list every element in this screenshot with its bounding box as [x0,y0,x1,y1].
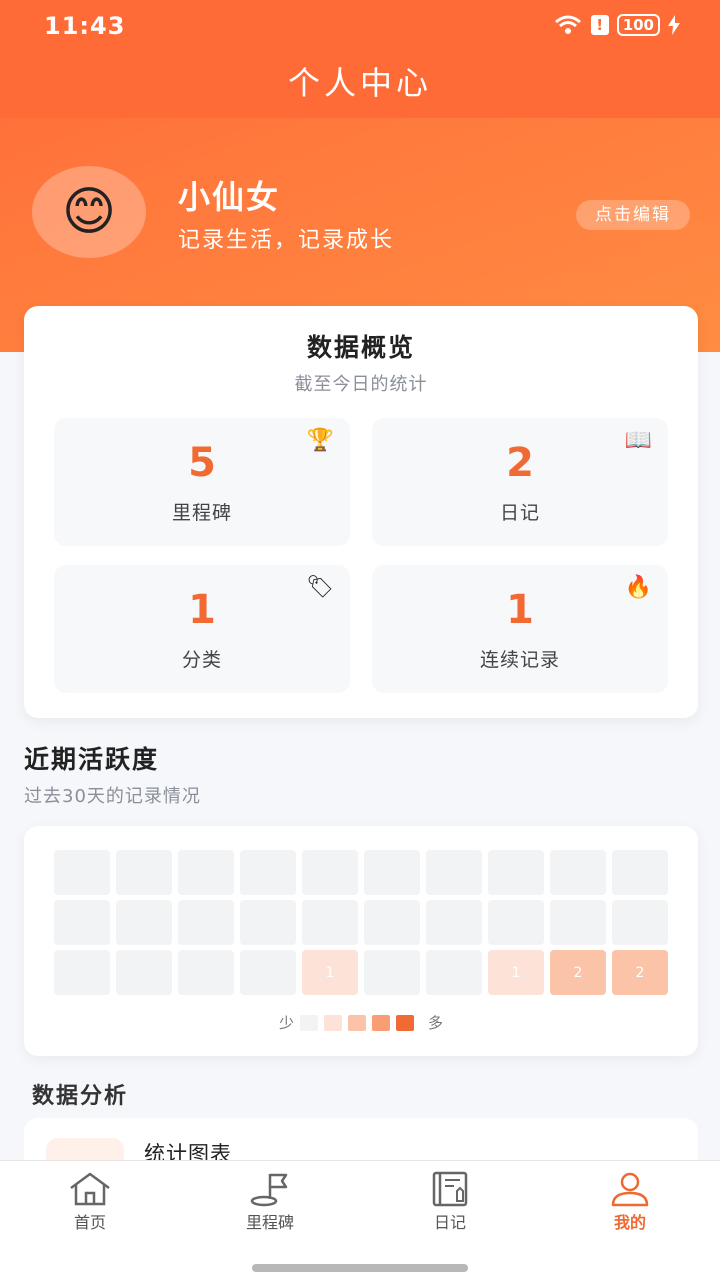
page-title: 个人中心 [287,64,432,102]
diary-icon [432,1171,468,1207]
heatmap-day-cell [178,900,234,945]
tab-diary[interactable]: 日记 [360,1171,540,1241]
milestone-flag-icon [250,1173,288,1207]
heatmap-day-cell [302,850,358,895]
heatmap-day-cell [54,850,110,895]
legend-more-label: 多 [428,1014,444,1032]
edit-profile-button[interactable]: 点击编辑 [576,200,690,230]
stat-value: 5 [188,440,216,486]
stat-label: 分类 [181,649,222,671]
status-icons: ! 100 [553,14,680,36]
activity-title: 近期活跃度 [24,745,160,774]
stat-streak[interactable]: 🔥 1 连续记录 [372,565,668,693]
stat-milestones[interactable]: 🏆 5 里程碑 [54,418,350,546]
wifi-icon [554,15,581,34]
activity-heatmap: 1122 [54,850,668,995]
stat-value: 1 [506,587,534,633]
status-time: 11:43 [44,12,126,40]
heatmap-day-cell [178,850,234,895]
activity-subtitle: 过去30天的记录情况 [24,786,201,807]
analysis-title: 数据分析 [32,1084,129,1109]
stat-label: 连续记录 [479,649,560,671]
heatmap-day-cell [426,950,482,995]
heatmap-day-cell [54,950,110,995]
charging-icon [668,15,680,35]
stat-categories[interactable]: 🏷 1 分类 [54,565,350,693]
heatmap-day-cell: 2 [550,950,606,995]
legend-swatch-1 [324,1014,342,1031]
heatmap-day-cell [550,900,606,945]
heatmap-day-cell: 2 [612,950,668,995]
heatmap-day-cell: 1 [488,950,544,995]
status-bar: 11:43 ! 100 [0,0,720,56]
heatmap-day-cell [612,850,668,895]
legend-swatch-3 [372,1014,390,1031]
heatmap-day-cell [178,950,234,995]
stat-label: 日记 [499,502,540,524]
tab-label: 首页 [73,1213,106,1232]
legend-swatch-0 [300,1014,318,1031]
heatmap-day-cell [116,850,172,895]
tab-label: 里程碑 [245,1213,294,1232]
user-motto: 记录生活，记录成长 [178,228,395,253]
tab-label: 日记 [433,1213,466,1232]
battery-indicator: 100 [616,14,660,36]
home-indicator [252,1264,468,1272]
heatmap-day-cell [426,900,482,945]
alert-icon: ! [590,15,609,35]
data-overview-card: 数据概览 截至今日的统计 🏆 5 里程碑 📖 2 日记 🏷 1 分类 🔥 1 连… [24,306,698,718]
legend-less-label: 少 [278,1014,294,1032]
heatmap-day-cell [240,950,296,995]
tab-profile[interactable]: 我的 [540,1171,720,1241]
stat-label: 里程碑 [171,502,232,524]
heatmap-day-cell [488,850,544,895]
legend-swatch-2 [348,1014,366,1031]
heatmap-day-cell [302,900,358,945]
user-name: 小仙女 [178,178,281,216]
stat-diaries[interactable]: 📖 2 日记 [372,418,668,546]
heatmap-day-cell [240,850,296,895]
profile-icon [611,1172,649,1207]
activity-heatmap-card: 1122 少 多 [24,826,698,1056]
overview-subtitle: 截至今日的统计 [294,374,428,395]
heatmap-day-cell [240,900,296,945]
heatmap-day-cell [364,950,420,995]
heatmap-day-cell [612,900,668,945]
heatmap-day-cell [364,900,420,945]
tab-home[interactable]: 首页 [0,1171,180,1241]
stat-value: 1 [188,587,216,633]
tab-label: 我的 [613,1213,646,1232]
heatmap-day-cell [54,900,110,945]
avatar[interactable]: 😊 [32,166,146,258]
overview-title: 数据概览 [306,333,415,362]
home-icon [70,1172,110,1206]
heatmap-day-cell [364,850,420,895]
heatmap-day-cell [426,850,482,895]
heatmap-day-cell [488,900,544,945]
heatmap-day-cell [550,850,606,895]
heatmap-day-cell [116,950,172,995]
tab-milestones[interactable]: 里程碑 [180,1171,360,1241]
heatmap-day-cell [116,900,172,945]
stat-value: 2 [506,440,534,486]
heatmap-legend: 少 多 [24,1012,698,1033]
heatmap-day-cell: 1 [302,950,358,995]
legend-swatch-4 [396,1014,414,1031]
bottom-tab-bar: 首页 里程碑 日记 我的 [0,1160,720,1280]
